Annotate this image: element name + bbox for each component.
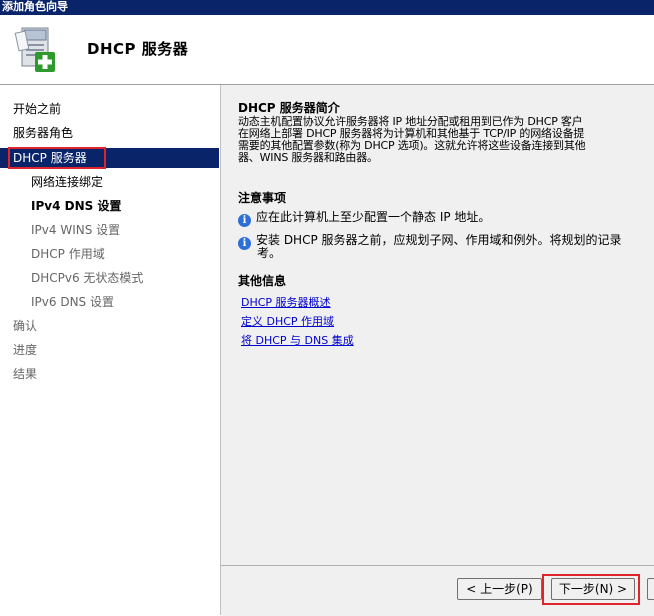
step-results: 结果	[13, 367, 38, 381]
notes-heading: 注意事项	[238, 191, 287, 205]
info-icon: i	[238, 237, 251, 250]
step-ipv4-wins-settings: IPv4 WINS 设置	[31, 223, 121, 237]
content-pane: DHCP 服务器简介 动态主机配置协议允许服务器将 IP 地址分配或租用到已作为…	[221, 85, 654, 565]
page-title: DHCP 服务器	[87, 40, 189, 58]
back-button[interactable]: < 上一步(P)	[457, 578, 542, 600]
link-define-dhcp-scopes[interactable]: 定义 DHCP 作用域	[241, 313, 334, 329]
note-text-continued: 考。	[257, 246, 282, 260]
info-icon: i	[238, 214, 251, 227]
step-progress: 进度	[13, 343, 38, 357]
note-item: i 应在此计算机上至少配置一个静态 IP 地址。	[238, 208, 490, 227]
step-dhcp-scopes: DHCP 作用域	[31, 247, 105, 261]
step-network-bindings[interactable]: 网络连接绑定	[0, 172, 219, 192]
step-server-roles[interactable]: 服务器角色	[0, 123, 219, 143]
intro-line: 器、WINS 服务器和路由器。	[238, 151, 378, 164]
step-ipv6-dns-settings: IPv6 DNS 设置	[31, 295, 114, 309]
install-button-partial[interactable]	[647, 578, 654, 600]
link-integrate-dhcp-dns[interactable]: 将 DHCP 与 DNS 集成	[241, 332, 354, 348]
wizard-header: DHCP 服务器	[0, 15, 654, 85]
wizard-step-list: 开始之前 服务器角色 DHCP 服务器 网络连接绑定 IPv4 DNS 设置 I…	[0, 85, 221, 615]
wizard-footer: < 上一步(P) 下一步(N) >	[221, 565, 654, 616]
more-info-heading: 其他信息	[238, 274, 287, 288]
window-title: 添加角色向导	[0, 0, 654, 15]
selected-step-highlight	[8, 147, 106, 169]
step-ipv4-dns-settings[interactable]: IPv4 DNS 设置	[0, 196, 219, 216]
step-dhcpv6-stateless-mode: DHCPv6 无状态模式	[31, 271, 144, 285]
link-dhcp-overview[interactable]: DHCP 服务器概述	[241, 294, 331, 310]
intro-heading: DHCP 服务器简介	[238, 101, 340, 115]
step-confirmation: 确认	[13, 319, 38, 333]
note-item: i 安装 DHCP 服务器之前，应规划子网、作用域和例外。将规划的记录	[238, 231, 622, 250]
step-before-you-begin[interactable]: 开始之前	[0, 99, 219, 119]
next-button-highlight	[542, 574, 640, 605]
note-text: 安装 DHCP 服务器之前，应规划子网、作用域和例外。将规划的记录	[256, 233, 622, 247]
note-text: 应在此计算机上至少配置一个静态 IP 地址。	[256, 210, 491, 224]
server-add-icon	[14, 27, 55, 72]
